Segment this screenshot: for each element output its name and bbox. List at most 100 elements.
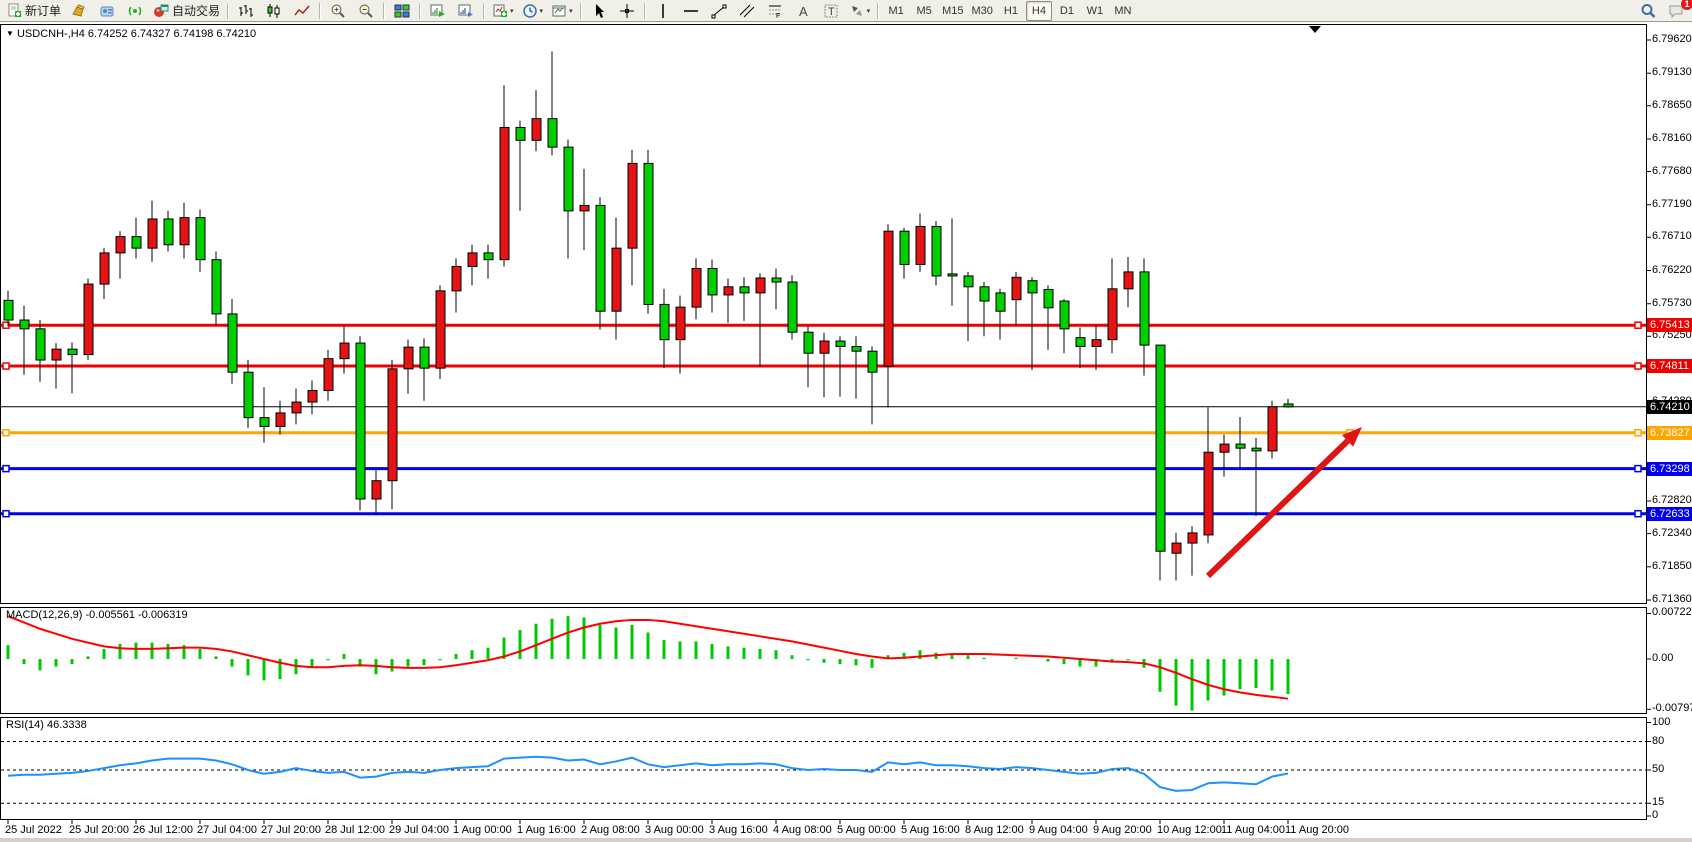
price-tag: 6.75413 <box>1647 318 1692 332</box>
profile-icon <box>99 3 115 19</box>
time-label: 5 Aug 00:00 <box>837 824 896 836</box>
time-label: 2 Aug 08:00 <box>581 824 640 836</box>
hline-icon <box>683 3 699 19</box>
time-label: 9 Aug 04:00 <box>1029 824 1088 836</box>
trading-terminal-window: 新订单自动交易▾▾▾FAT▾M1M5M15M30H1H4D1W1MN1 ▼ US… <box>0 0 1692 842</box>
toolbar-separator <box>483 3 485 19</box>
price-chart-panel[interactable] <box>0 24 1647 604</box>
profile-button[interactable] <box>94 1 120 21</box>
crosshair-icon <box>619 3 635 19</box>
chart-play-icon <box>430 3 446 19</box>
toolbar: 新订单自动交易▾▾▾FAT▾M1M5M15M30H1H4D1W1MN1 <box>0 0 1692 22</box>
price-tag: 6.72633 <box>1647 507 1692 521</box>
notification-badge: 1 <box>1681 0 1692 10</box>
timeframe-m15-button[interactable]: M15 <box>939 1 966 21</box>
search-button[interactable] <box>1635 1 1661 21</box>
toolbar-separator <box>419 3 421 19</box>
bar-chart-button[interactable] <box>233 1 259 21</box>
time-label: 4 Aug 08:00 <box>773 824 832 836</box>
zoom-out-icon <box>358 3 374 19</box>
rsi-panel[interactable] <box>0 717 1647 820</box>
svg-text:A: A <box>799 4 808 19</box>
tile-windows-button[interactable] <box>389 1 415 21</box>
autotrade-icon <box>153 3 169 19</box>
timeframe-w1-button[interactable]: W1 <box>1082 1 1108 21</box>
template-button[interactable]: ▾ <box>548 1 576 21</box>
new-order-icon <box>6 3 22 19</box>
price-tick-label: 6.71850 <box>1652 560 1692 572</box>
timeframe-h4-button[interactable]: H4 <box>1026 1 1052 21</box>
timeframe-m30-button[interactable]: M30 <box>969 1 996 21</box>
fibonacci-icon: F <box>767 3 783 19</box>
signal-icon <box>127 3 143 19</box>
add-chart-icon <box>492 3 508 19</box>
time-label: 11 Aug 20:00 <box>1285 824 1349 836</box>
vline-button[interactable] <box>650 1 676 21</box>
price-tick-label: 6.76710 <box>1652 230 1692 242</box>
line-chart-button[interactable] <box>289 1 315 21</box>
macd-axis-label: 0.007228 <box>1652 606 1692 618</box>
new-order-button[interactable]: 新订单 <box>3 1 64 21</box>
hline-button[interactable] <box>678 1 704 21</box>
time-label: 1 Aug 16:00 <box>517 824 576 836</box>
rsi-axis-label: 50 <box>1652 763 1664 775</box>
cursor-icon <box>591 3 607 19</box>
price-tick-label: 6.72340 <box>1652 527 1692 539</box>
time-label: 3 Aug 00:00 <box>645 824 704 836</box>
channel-button[interactable] <box>734 1 760 21</box>
price-tick-label: 6.77190 <box>1652 198 1692 210</box>
arrows-button[interactable]: ▾ <box>846 1 874 21</box>
fibonacci-button[interactable]: F <box>762 1 788 21</box>
chevron-down-icon: ▾ <box>510 7 514 15</box>
macd-panel[interactable] <box>0 607 1647 714</box>
macd-main-value: -0.005561 <box>85 609 135 621</box>
auto-trading-button[interactable]: 自动交易 <box>150 1 223 21</box>
rsi-axis-label: 0 <box>1652 809 1658 821</box>
time-label: 27 Jul 04:00 <box>197 824 257 836</box>
rsi-value: 46.3338 <box>47 719 87 731</box>
clock-icon <box>522 3 538 19</box>
chart-collapse-icon[interactable]: ▼ <box>6 29 14 38</box>
toolbar-separator <box>644 3 646 19</box>
gold-button[interactable] <box>66 1 92 21</box>
clock-button[interactable]: ▾ <box>519 1 547 21</box>
vline-icon <box>655 3 671 19</box>
chart-step-button[interactable] <box>453 1 479 21</box>
notifications-button[interactable]: 1 <box>1663 1 1689 21</box>
timeframe-mn-button[interactable]: MN <box>1110 1 1136 21</box>
candle-chart-button[interactable] <box>261 1 287 21</box>
timeframe-d1-button[interactable]: D1 <box>1054 1 1080 21</box>
text-button[interactable]: A <box>790 1 816 21</box>
price-tag: 6.73827 <box>1647 426 1692 440</box>
ohlc-close: 6.74210 <box>216 28 256 40</box>
price-tick-label: 6.71360 <box>1652 593 1692 605</box>
time-label: 3 Aug 16:00 <box>709 824 768 836</box>
toolbar-separator <box>319 3 321 19</box>
trendline-button[interactable] <box>706 1 732 21</box>
zoom-out-button[interactable] <box>353 1 379 21</box>
rsi-indicator-label: RSI(14) 46.3338 <box>6 719 87 731</box>
signal-button[interactable] <box>122 1 148 21</box>
chevron-down-icon: ▾ <box>867 7 871 15</box>
timeframe-m1-button[interactable]: M1 <box>883 1 909 21</box>
bar-chart-icon <box>238 3 254 19</box>
time-label: 5 Aug 16:00 <box>901 824 960 836</box>
timeframe-label: M15 <box>942 5 963 17</box>
price-tick-label: 6.72820 <box>1652 494 1692 506</box>
timeframe-label: MN <box>1114 5 1131 17</box>
window-bottom-edge <box>0 838 1692 842</box>
timeframe-label: M1 <box>888 5 903 17</box>
time-label: 28 Jul 12:00 <box>325 824 385 836</box>
cursor-button[interactable] <box>586 1 612 21</box>
add-chart-button[interactable]: ▾ <box>489 1 517 21</box>
price-tick-label: 6.79130 <box>1652 66 1692 78</box>
timeframe-h1-button[interactable]: H1 <box>998 1 1024 21</box>
toolbar-separator <box>877 3 879 19</box>
text-label-button[interactable]: T <box>818 1 844 21</box>
tile-windows-icon <box>394 3 410 19</box>
macd-indicator-label: MACD(12,26,9) -0.005561 -0.006319 <box>6 609 188 621</box>
zoom-in-button[interactable] <box>325 1 351 21</box>
chart-play-button[interactable] <box>425 1 451 21</box>
timeframe-m5-button[interactable]: M5 <box>911 1 937 21</box>
crosshair-button[interactable] <box>614 1 640 21</box>
